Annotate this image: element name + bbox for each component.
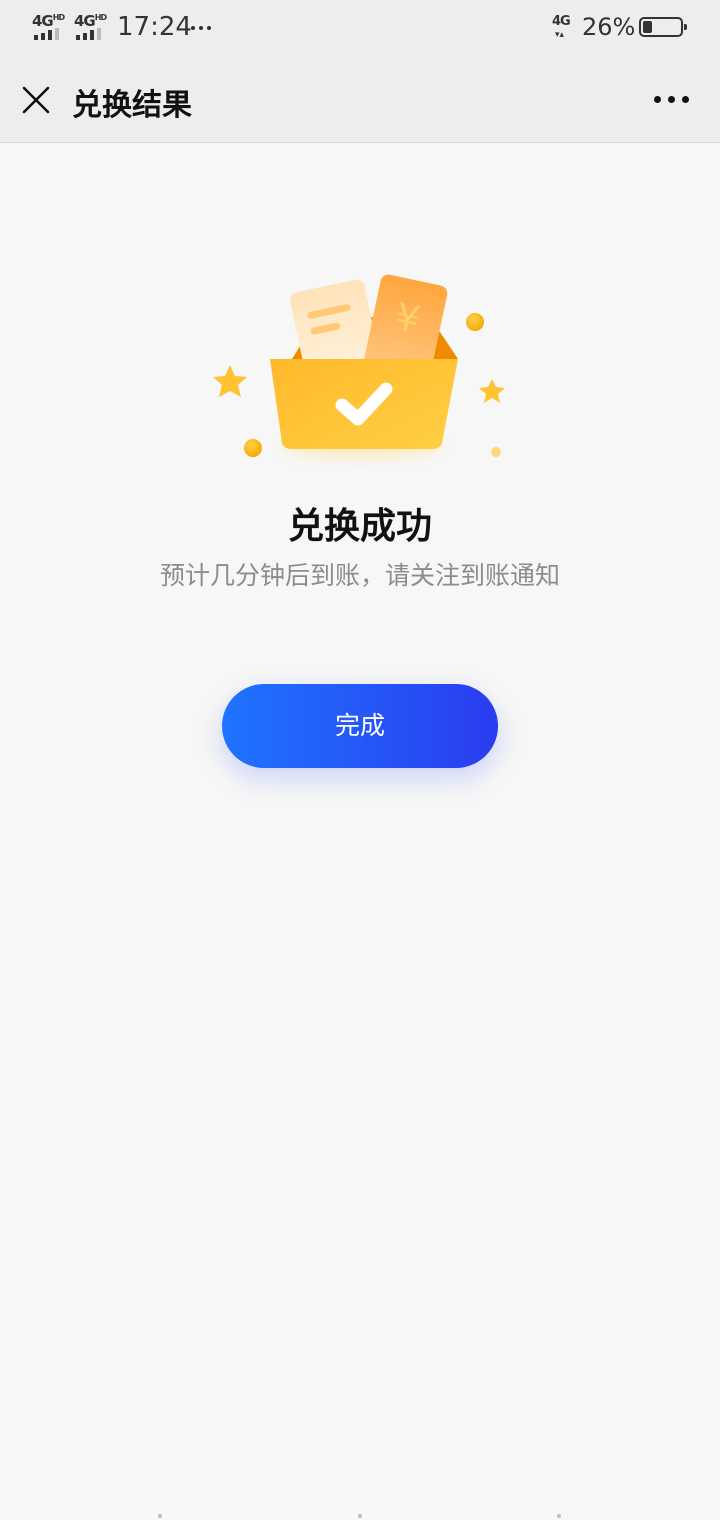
status-time: 17:24 [117, 12, 192, 42]
close-icon [22, 86, 50, 114]
notification-more-icon [191, 26, 215, 32]
battery-icon [639, 17, 687, 37]
sim2-hd-label: HD [94, 13, 107, 22]
battery-level-fill [643, 21, 652, 33]
bottom-indicator [0, 1512, 720, 1520]
result-description: 预计几分钟后到账，请关注到账通知 [159, 561, 560, 590]
sim2-signal-icon: 4GHD [74, 12, 110, 42]
gift-box-check-icon: ¥ [200, 255, 520, 475]
done-button[interactable]: 完成 [222, 684, 498, 768]
battery-percent: 26% [582, 13, 636, 41]
more-menu-button[interactable] [646, 80, 694, 120]
navigation-bar: 兑换结果 [0, 58, 720, 143]
status-bar: 4GHD 4GHD 17:24 4G ▾▴ 26% [0, 0, 720, 58]
data-network-label: 4G [552, 14, 571, 29]
data-network-icon: 4G ▾▴ [552, 14, 571, 40]
exchange-result-screen: 4GHD 4GHD 17:24 4G ▾▴ 26% 兑换结果 ¥ 兑换成功 预计… [0, 0, 720, 1520]
page-title: 兑换结果 [72, 88, 192, 123]
sim1-signal-icon: 4GHD [32, 12, 68, 42]
sim1-hd-label: HD [52, 13, 65, 22]
close-button[interactable] [14, 78, 58, 122]
result-title: 兑换成功 [287, 506, 432, 547]
